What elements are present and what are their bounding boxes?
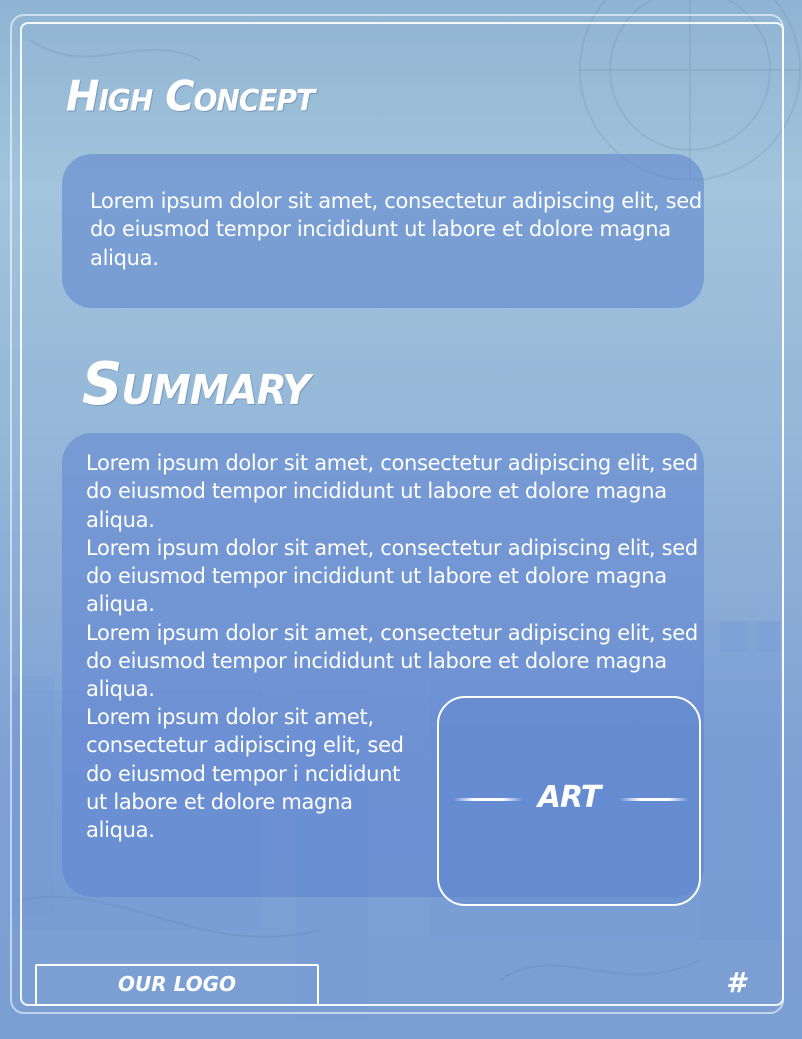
summary-paragraph: Lorem ipsum dolor sit amet, consectetur … bbox=[86, 620, 698, 702]
summary-paragraph: Lorem ipsum dolor sit amet, consectetur … bbox=[86, 451, 698, 532]
summary-paragraphs: Lorem ipsum dolor sit amet, consectetur … bbox=[86, 449, 706, 704]
page: High Concept Lorem ipsum dolor sit amet,… bbox=[0, 0, 802, 1039]
logo-label: OUR LOGO bbox=[117, 972, 237, 996]
page-number: # bbox=[726, 966, 746, 999]
high-concept-heading: High Concept bbox=[66, 72, 315, 122]
logo-placeholder: OUR LOGO bbox=[35, 964, 319, 1006]
summary-paragraph: Lorem ipsum dolor sit amet, consectetur … bbox=[86, 535, 698, 617]
art-divider-right bbox=[619, 798, 689, 801]
art-placeholder: ART bbox=[437, 696, 701, 906]
summary-heading: Summary bbox=[82, 350, 310, 419]
high-concept-text: Lorem ipsum dolor sit amet, consectetur … bbox=[90, 189, 702, 270]
summary-paragraph-narrow: Lorem ipsum dolor sit amet, consectetur … bbox=[86, 705, 404, 843]
